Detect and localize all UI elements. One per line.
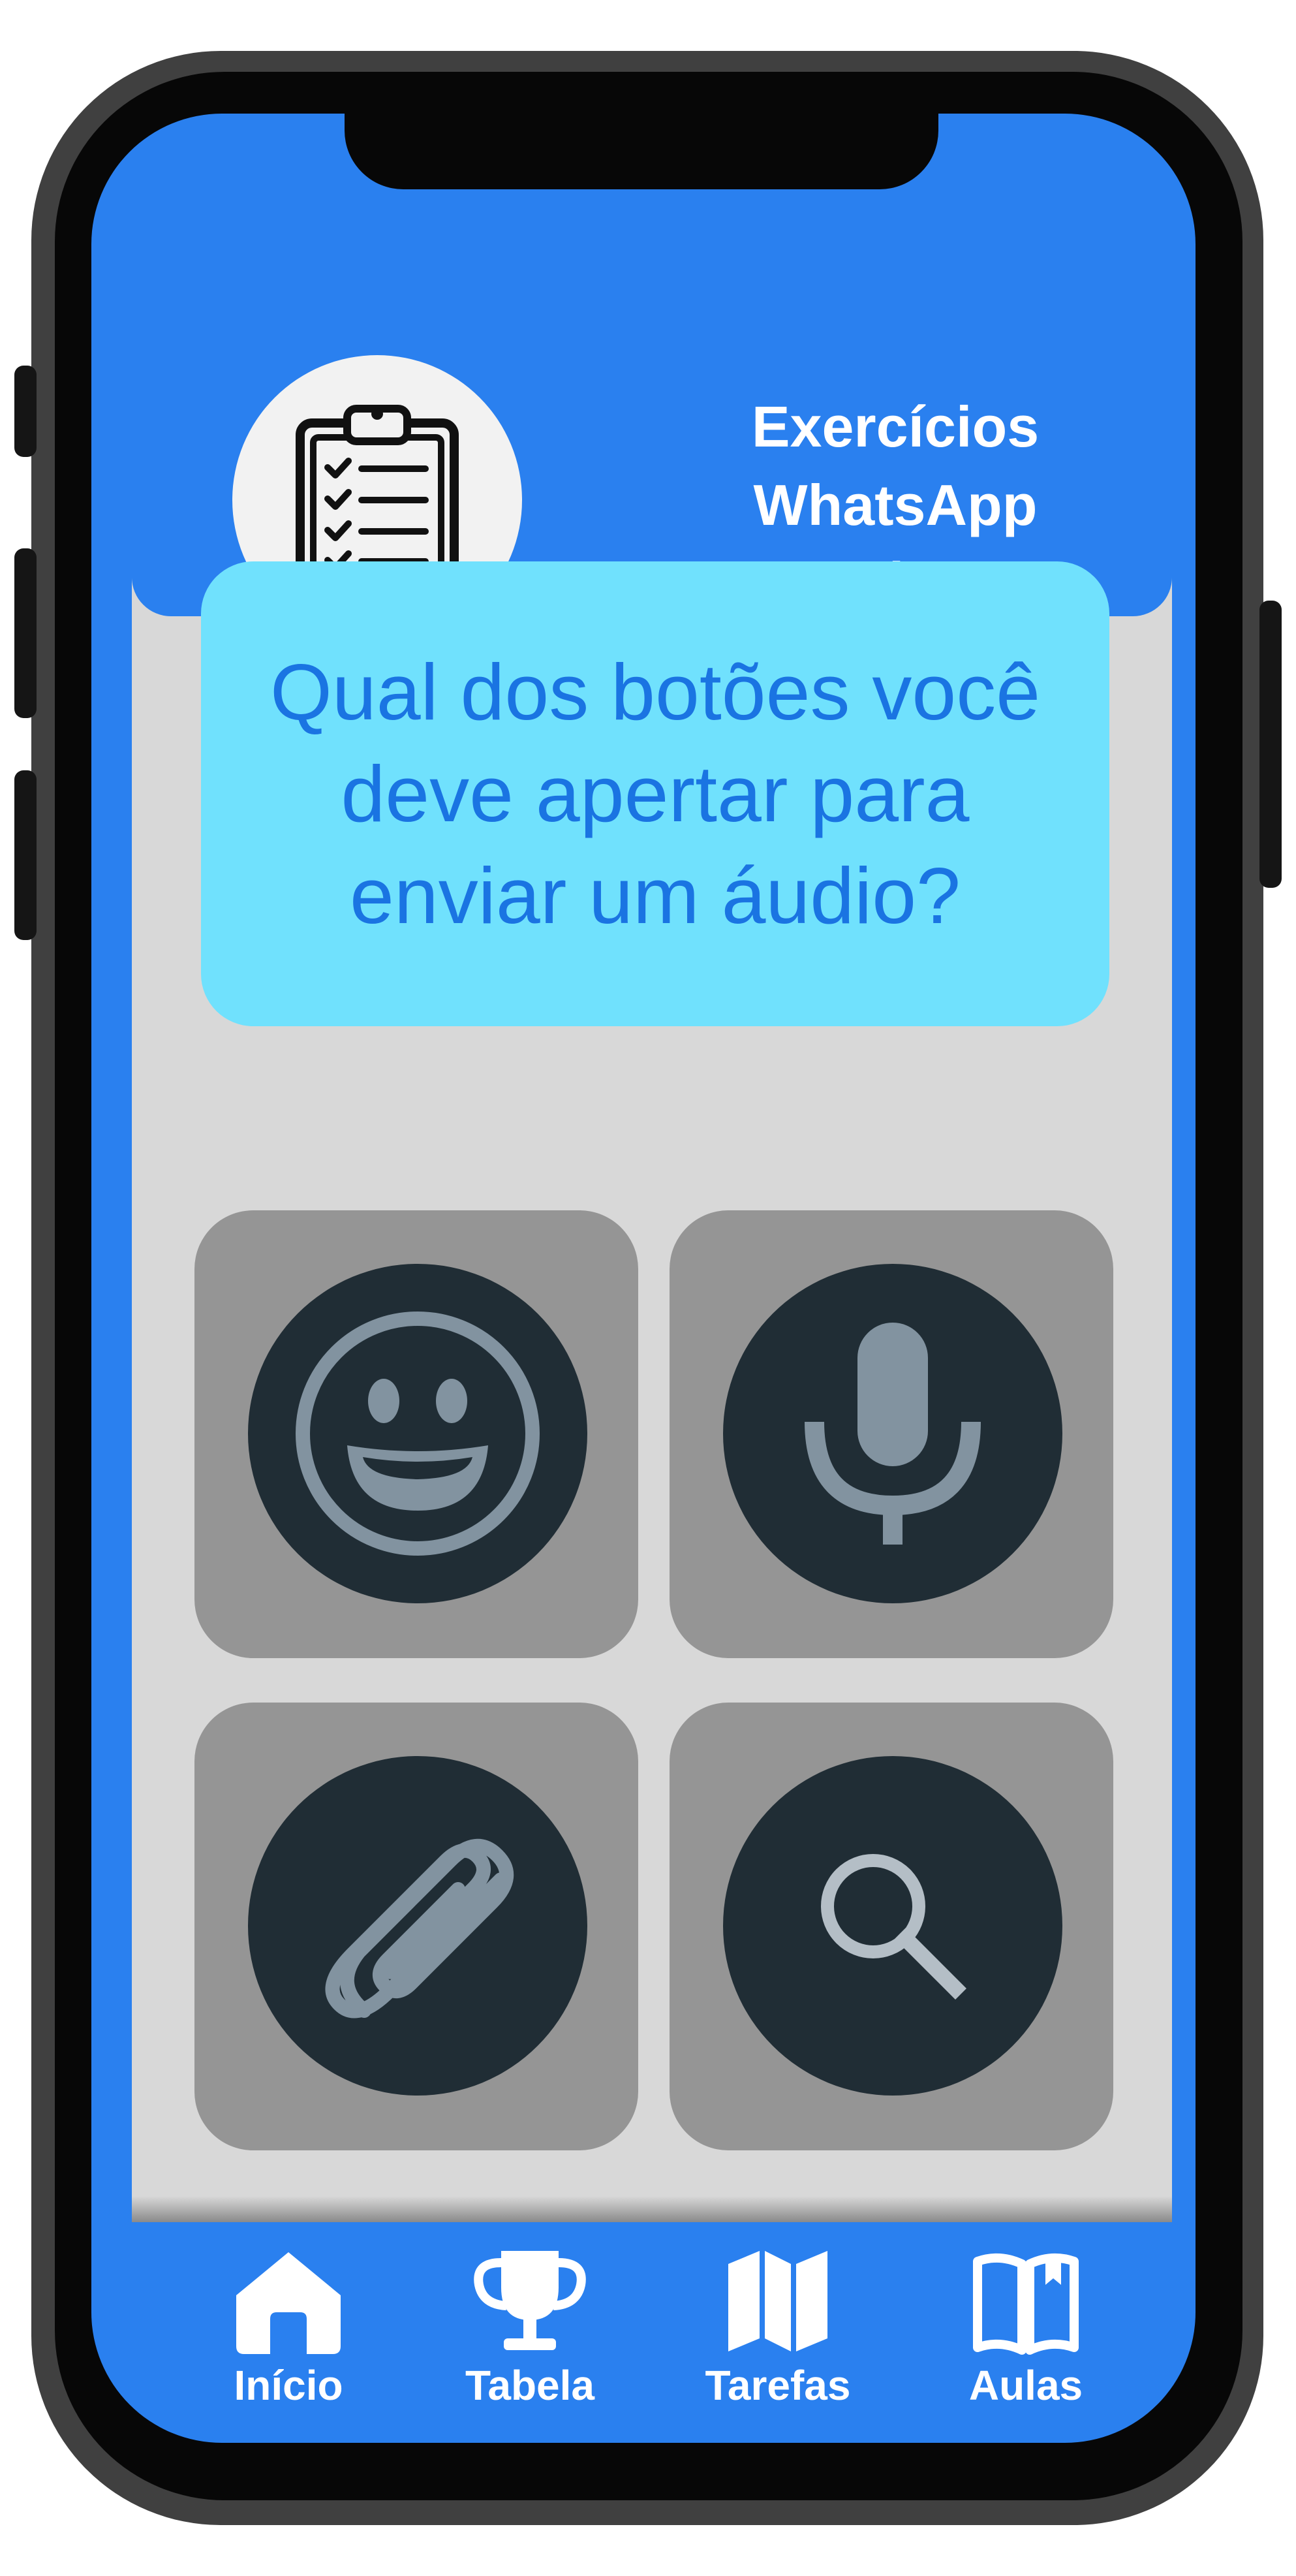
content-panel-shadow — [132, 2196, 1172, 2222]
volume-down-button — [14, 770, 37, 940]
nav-item-inicio[interactable]: Início — [191, 2242, 386, 2438]
paperclip-attach-icon — [325, 1838, 514, 2018]
trophy-icon — [474, 2251, 586, 2350]
bottom-navigation: Início Tabela Tarefas Aulas — [132, 2242, 1172, 2438]
phone-screen: Exercícios WhatsApp Exercício - 2 Qual d… — [91, 114, 1196, 2443]
option-attach-button[interactable] — [194, 1703, 638, 2150]
option-icon-circle — [248, 1264, 587, 1603]
emoji-smiley-icon — [296, 1312, 540, 1556]
option-emoji-button[interactable] — [194, 1210, 638, 1658]
nav-label-tabela: Tabela — [465, 2362, 594, 2409]
option-search-button[interactable] — [670, 1703, 1113, 2150]
nav-label-tarefas: Tarefas — [705, 2362, 851, 2409]
mute-switch — [14, 366, 37, 457]
home-icon — [236, 2252, 341, 2354]
question-text: Qual dos botões você deve apertar para e… — [270, 648, 1041, 940]
option-icon-circle — [723, 1756, 1062, 2096]
search-magnifier-icon — [821, 1854, 966, 2000]
open-book-icon — [973, 2253, 1079, 2355]
nav-label-aulas: Aulas — [968, 2362, 1083, 2409]
nav-label-inicio: Início — [234, 2362, 343, 2409]
option-icon-circle — [248, 1756, 587, 2096]
option-icon-circle — [723, 1264, 1062, 1603]
map-icon — [728, 2251, 827, 2351]
microphone-icon — [805, 1323, 981, 1545]
nav-item-tabela[interactable]: Tabela — [432, 2242, 628, 2438]
nav-item-aulas[interactable]: Aulas — [928, 2242, 1124, 2438]
question-box: Qual dos botões você deve apertar para e… — [201, 561, 1109, 1026]
title-line-2: WhatsApp — [753, 473, 1038, 537]
volume-up-button — [14, 548, 37, 718]
nav-item-tarefas[interactable]: Tarefas — [680, 2242, 876, 2438]
power-button — [1259, 601, 1282, 888]
title-line-1: Exercícios — [751, 394, 1040, 459]
option-microphone-button[interactable] — [670, 1210, 1113, 1658]
phone-notch — [345, 98, 938, 189]
